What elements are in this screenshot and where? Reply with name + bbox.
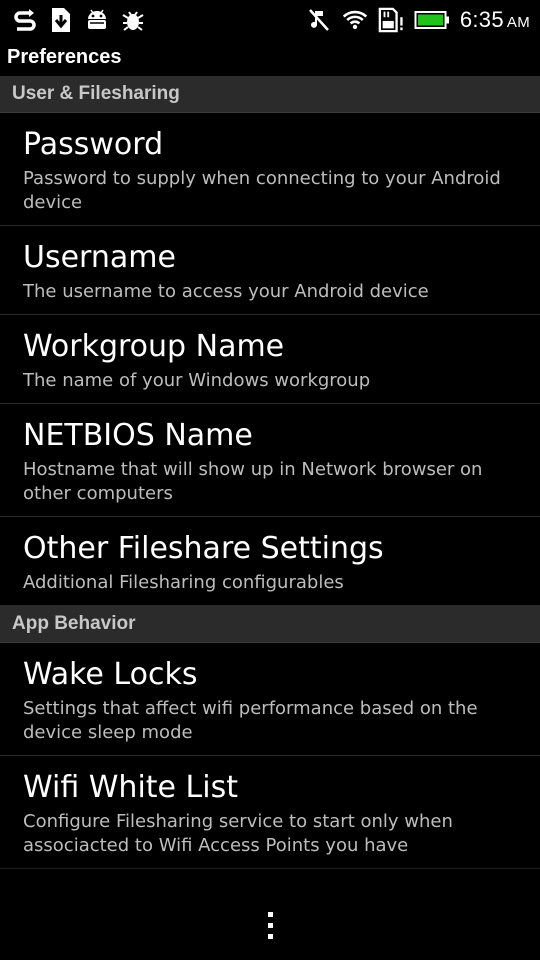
pref-summary: Password to supply when connecting to yo… bbox=[23, 168, 501, 213]
sd-card-icon bbox=[378, 7, 404, 33]
pref-title: Wifi White List bbox=[23, 770, 238, 805]
menu-dot bbox=[267, 911, 273, 917]
navigation-bar bbox=[0, 890, 540, 960]
download-icon bbox=[48, 7, 74, 33]
clock-ampm: AM bbox=[506, 14, 530, 31]
mute-icon bbox=[306, 7, 332, 33]
pref-summary: Hostname that will show up in Network br… bbox=[23, 459, 483, 504]
pref-title: Wake Locks bbox=[23, 657, 198, 692]
clock: 6:35 AM bbox=[460, 7, 530, 33]
pref-summary: Additional Filesharing configurables bbox=[23, 572, 344, 593]
pref-password[interactable]: Password Password to supply when connect… bbox=[0, 113, 540, 226]
section-header-app-behavior: App Behavior bbox=[0, 606, 540, 643]
menu-dot bbox=[267, 922, 273, 928]
sync-icon bbox=[12, 7, 38, 33]
pref-title: Username bbox=[23, 240, 176, 275]
pref-workgroup-name[interactable]: Workgroup Name The name of your Windows … bbox=[0, 315, 540, 404]
pref-title: Workgroup Name bbox=[23, 329, 285, 364]
menu-dot bbox=[267, 933, 273, 939]
status-bar: 6:35 AM bbox=[0, 0, 540, 40]
pref-username[interactable]: Username The username to access your And… bbox=[0, 226, 540, 315]
pref-wifi-white-list[interactable]: Wifi White List Configure Filesharing se… bbox=[0, 756, 540, 869]
pref-title: Other Fileshare Settings bbox=[23, 531, 384, 566]
android-icon bbox=[84, 7, 110, 33]
bug-icon bbox=[120, 7, 146, 33]
wifi-icon bbox=[342, 7, 368, 33]
pref-netbios-name[interactable]: NETBIOS Name Hostname that will show up … bbox=[0, 404, 540, 517]
pref-summary: Configure Filesharing service to start o… bbox=[23, 811, 453, 856]
pref-summary: The name of your Windows workgroup bbox=[23, 370, 371, 391]
pref-title: Password bbox=[23, 127, 164, 162]
pref-title: NETBIOS Name bbox=[23, 418, 253, 453]
system-icons: 6:35 AM bbox=[306, 7, 540, 33]
pref-summary: The username to access your Android devi… bbox=[23, 281, 429, 302]
overflow-menu-icon[interactable] bbox=[252, 902, 288, 948]
pref-other-fileshare-settings[interactable]: Other Fileshare Settings Additional File… bbox=[0, 517, 540, 606]
section-header-user-filesharing: User & Filesharing bbox=[0, 76, 540, 113]
battery-icon bbox=[414, 7, 450, 33]
pref-summary: Settings that affect wifi performance ba… bbox=[23, 698, 478, 743]
page-title: Preferences bbox=[7, 46, 122, 68]
list-fade bbox=[0, 860, 540, 890]
clock-time: 6:35 bbox=[459, 7, 504, 32]
preferences-list[interactable]: User & Filesharing Password Password to … bbox=[0, 76, 540, 890]
notification-icons bbox=[0, 7, 146, 33]
title-bar: Preferences bbox=[0, 40, 540, 77]
pref-wake-locks[interactable]: Wake Locks Settings that affect wifi per… bbox=[0, 643, 540, 756]
